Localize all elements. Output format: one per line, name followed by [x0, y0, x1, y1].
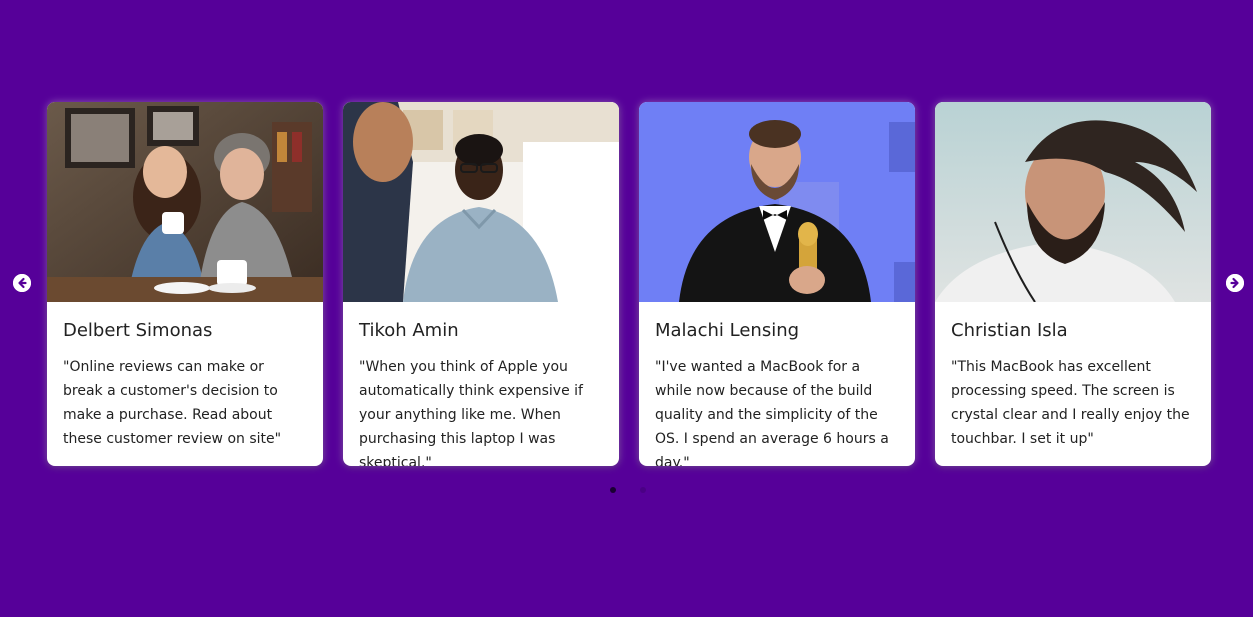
carousel-next-button[interactable] — [1226, 274, 1244, 292]
reviewer-name: Tikoh Amin — [359, 320, 459, 341]
carousel-prev-button[interactable] — [13, 274, 31, 292]
review-quote: "When you think of Apple you automatical… — [359, 359, 583, 466]
card-body: Tikoh Amin "When you think of Apple you … — [343, 302, 619, 466]
testimonial-carousel: Delbert Simonas "Online reviews can make… — [0, 0, 1253, 617]
man-windswept-hair-photo — [935, 102, 1211, 302]
arrow-right-circle-icon — [1226, 274, 1244, 292]
reviewer-name: Christian Isla — [951, 320, 1068, 341]
testimonial-photo — [47, 102, 323, 302]
testimonial-card: Delbert Simonas "Online reviews can make… — [47, 102, 323, 466]
review-quote: "I've wanted a MacBook for a while now b… — [655, 359, 889, 466]
testimonial-photo — [639, 102, 915, 302]
review-quote: "Online reviews can make or break a cust… — [63, 359, 282, 447]
card-body: Malachi Lensing "I've wanted a MacBook f… — [639, 302, 915, 466]
testimonial-photo — [343, 102, 619, 302]
card-body: Christian Isla "This MacBook has excelle… — [935, 302, 1211, 451]
couple-cafe-photo — [47, 102, 323, 302]
testimonial-card: Malachi Lensing "I've wanted a MacBook f… — [639, 102, 915, 466]
carousel-track: Delbert Simonas "Online reviews can make… — [47, 102, 1211, 466]
man-award-photo — [639, 102, 915, 302]
card-body: Delbert Simonas "Online reviews can make… — [47, 302, 323, 451]
pagination-dot-2[interactable] — [640, 487, 646, 493]
testimonial-card: Tikoh Amin "When you think of Apple you … — [343, 102, 619, 466]
carousel-pagination — [610, 487, 646, 493]
testimonial-photo — [935, 102, 1211, 302]
review-quote: "This MacBook has excellent processing s… — [951, 359, 1190, 447]
pagination-dot-1[interactable] — [610, 487, 616, 493]
reviewer-name: Delbert Simonas — [63, 320, 213, 341]
man-office-photo — [343, 102, 619, 302]
testimonial-card: Christian Isla "This MacBook has excelle… — [935, 102, 1211, 466]
arrow-left-circle-icon — [13, 274, 31, 292]
reviewer-name: Malachi Lensing — [655, 320, 800, 341]
